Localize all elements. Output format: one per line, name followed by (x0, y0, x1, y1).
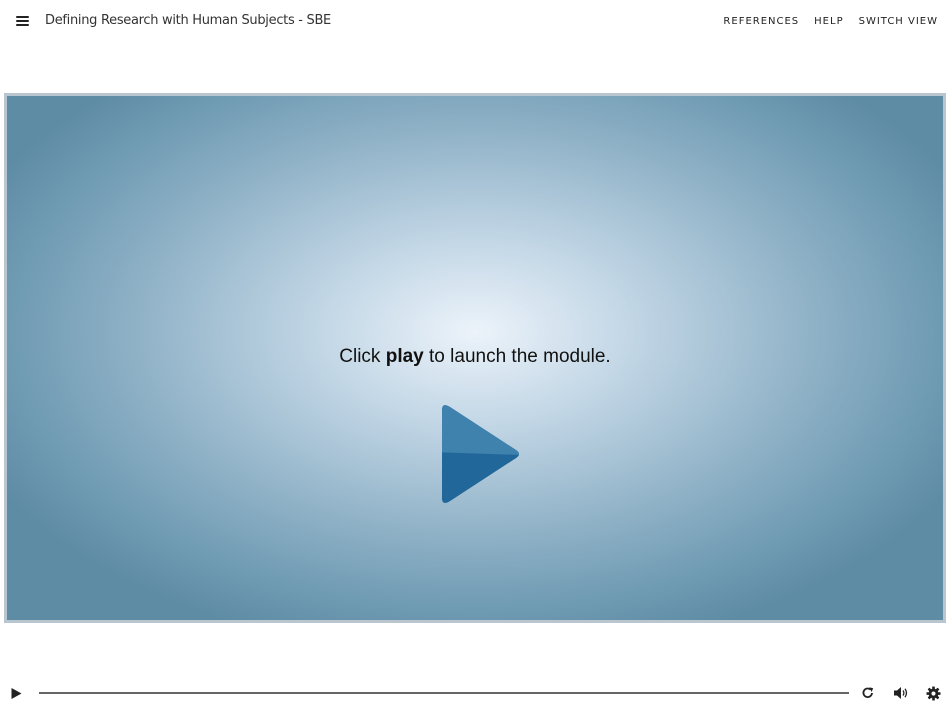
progress-bar[interactable] (39, 692, 849, 694)
launch-prompt-play-word: play (385, 346, 424, 367)
top-nav: REFERENCES HELP SWITCH VIEW (723, 16, 938, 27)
launch-prompt: Click play to launch the module. (7, 346, 943, 368)
launch-prompt-start: Click (339, 346, 386, 367)
module-stage[interactable]: Click play to launch the module. (4, 93, 946, 623)
header-bar: Defining Research with Human Subjects - … (0, 0, 950, 44)
launch-prompt-end: to launch the module. (423, 346, 611, 367)
course-title: Defining Research with Human Subjects - … (45, 13, 331, 28)
switch-view-link[interactable]: SWITCH VIEW (859, 16, 938, 27)
launch-play-icon[interactable] (432, 400, 522, 508)
replay-icon[interactable] (861, 686, 875, 700)
play-icon[interactable] (10, 687, 23, 700)
settings-icon[interactable] (926, 686, 941, 701)
player-controls (0, 676, 950, 711)
help-link[interactable]: HELP (814, 16, 843, 27)
references-link[interactable]: REFERENCES (723, 16, 799, 27)
volume-icon[interactable] (893, 686, 909, 700)
menu-icon[interactable] (14, 13, 32, 29)
